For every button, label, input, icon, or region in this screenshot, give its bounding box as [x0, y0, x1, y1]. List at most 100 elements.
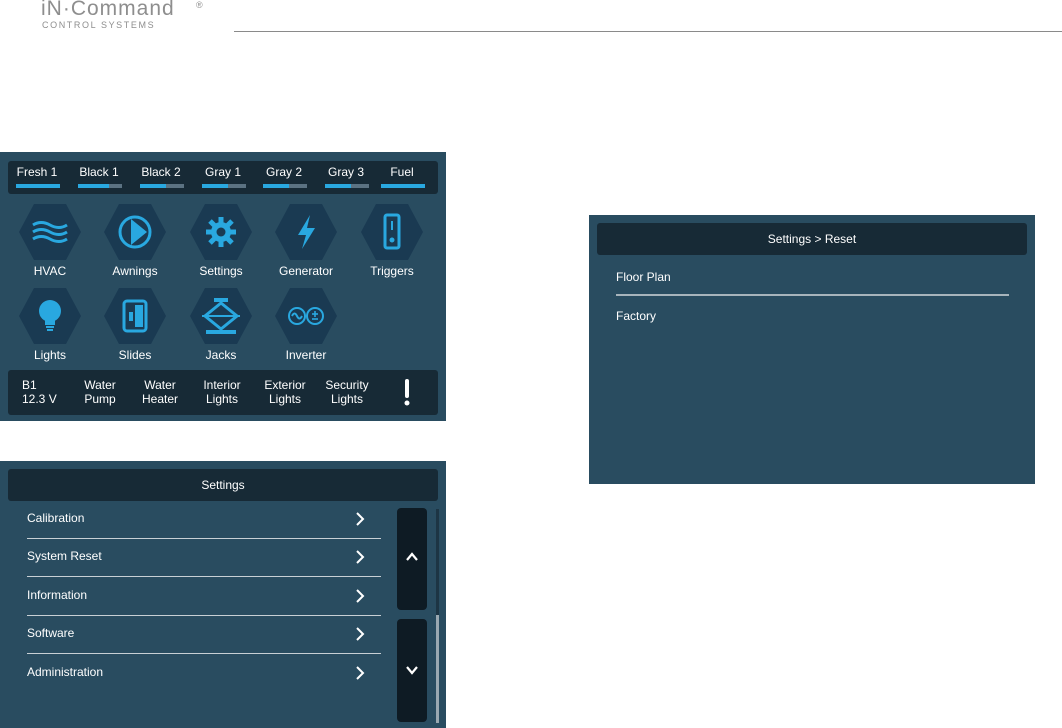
water-heater-toggle[interactable]: Water Heater: [140, 378, 180, 406]
switch-icon: [383, 213, 401, 250]
inverter-button[interactable]: Inverter: [265, 288, 345, 368]
tank-level-track: [78, 184, 122, 188]
tank-black-1[interactable]: Black 1: [70, 161, 128, 194]
registered-mark: ®: [196, 0, 203, 10]
scrollbar-track[interactable]: [436, 509, 439, 723]
row-divider: [27, 653, 381, 654]
chevron-right-icon: [356, 666, 365, 680]
tank-level-track: [263, 184, 307, 188]
tank-fresh-1[interactable]: Fresh 1: [8, 161, 66, 194]
settings-item-system-reset[interactable]: System Reset: [15, 539, 381, 577]
tank-level-track: [140, 184, 184, 188]
settings-screen: Settings Calibration System Reset Inform…: [0, 461, 446, 728]
settings-item-label: Administration: [27, 665, 104, 679]
jacks-button[interactable]: Jacks: [180, 288, 260, 368]
tank-label: Gray 2: [265, 165, 302, 179]
row-divider: [616, 294, 1009, 296]
home-screen: Fresh 1 Black 1 Black 2 Gray 1 Gray 2 Gr…: [0, 152, 446, 421]
chevron-up-icon: [406, 552, 418, 561]
chevron-right-icon: [356, 550, 365, 564]
tile-label: Slides: [118, 348, 152, 362]
lights-button[interactable]: Lights: [9, 288, 89, 368]
reset-item-floor-plan[interactable]: Floor Plan: [616, 258, 1009, 296]
slide-icon: [122, 299, 148, 333]
tile-label: Awnings: [112, 264, 158, 278]
slides-button[interactable]: Slides: [94, 288, 174, 368]
inverter-icon: [288, 307, 324, 325]
brand-logo: iN·Command ® CONTROL SYSTEMS: [41, 0, 211, 34]
settings-item-label: Information: [27, 588, 88, 602]
tank-gray-3[interactable]: Gray 3: [317, 161, 375, 194]
quick-status-bar: B1 12.3 V Water Pump Water Heater Interi…: [8, 370, 438, 415]
tank-level-fill: [381, 184, 425, 188]
tile-label: HVAC: [33, 264, 67, 278]
settings-item-software[interactable]: Software: [15, 616, 381, 654]
settings-item-label: Software: [27, 626, 75, 640]
settings-item-administration[interactable]: Administration: [15, 655, 381, 693]
brand-name: iN·Command: [41, 0, 175, 20]
tank-level-fill: [78, 184, 109, 188]
tank-level-track: [202, 184, 246, 188]
tank-level-fill: [263, 184, 290, 188]
tile-label: Jacks: [205, 348, 237, 362]
tank-fuel[interactable]: Fuel: [373, 161, 431, 194]
row-divider: [27, 576, 381, 577]
chevron-right-icon: [356, 627, 365, 641]
tank-black-2[interactable]: Black 2: [132, 161, 190, 194]
security-lights-toggle[interactable]: Security Lights: [323, 378, 371, 406]
tank-level-fill: [16, 184, 60, 188]
settings-title-bar: Settings: [8, 469, 438, 501]
tank-label: Fuel: [390, 165, 414, 179]
tile-label: Settings: [199, 264, 243, 278]
reset-title-bar: Settings > Reset: [597, 223, 1027, 255]
tank-label: Gray 1: [204, 165, 241, 179]
brand-subtitle: CONTROL SYSTEMS: [42, 20, 156, 30]
exterior-lights-toggle[interactable]: Exterior Lights: [262, 378, 308, 406]
tank-label: Fresh 1: [16, 165, 58, 179]
chevron-down-icon: [406, 666, 418, 675]
lightning-icon: [298, 215, 315, 249]
reset-item-label: Factory: [616, 309, 657, 323]
tank-label: Black 2: [141, 165, 181, 179]
settings-item-label: Calibration: [27, 511, 85, 525]
settings-item-information[interactable]: Information: [15, 578, 381, 616]
tank-level-fill: [325, 184, 352, 188]
tile-label: Generator: [278, 264, 334, 278]
hvac-waves-icon: [32, 221, 68, 243]
reset-item-label: Floor Plan: [616, 270, 671, 284]
tank-level-track: [16, 184, 60, 188]
scroll-up-button[interactable]: [397, 508, 427, 610]
battery-status[interactable]: B1 12.3 V: [22, 378, 57, 406]
hvac-button[interactable]: HVAC: [9, 204, 89, 284]
awnings-button[interactable]: Awnings: [94, 204, 174, 284]
chevron-right-icon: [356, 589, 365, 603]
tile-label: Inverter: [285, 348, 327, 362]
tile-label: Triggers: [370, 264, 414, 278]
tank-levels-bar: Fresh 1 Black 1 Black 2 Gray 1 Gray 2 Gr…: [8, 161, 438, 194]
settings-item-calibration[interactable]: Calibration: [15, 501, 381, 539]
reset-screen: Settings > Reset Floor Plan Factory: [589, 215, 1035, 484]
settings-item-label: System Reset: [27, 549, 102, 563]
tank-level-fill: [202, 184, 229, 188]
gear-icon: [206, 217, 236, 247]
chevron-right-icon: [356, 512, 365, 526]
generator-button[interactable]: Generator: [265, 204, 345, 284]
interior-lights-toggle[interactable]: Interior Lights: [200, 378, 244, 406]
lightbulb-icon: [39, 300, 61, 331]
settings-button[interactable]: Settings: [180, 204, 260, 284]
tank-gray-1[interactable]: Gray 1: [194, 161, 252, 194]
jack-icon: [202, 298, 240, 334]
exclamation-icon[interactable]: [401, 377, 413, 407]
awning-icon: [118, 215, 152, 249]
scrollbar-thumb[interactable]: [436, 615, 439, 723]
tank-level-track: [381, 184, 425, 188]
tank-level-track: [325, 184, 369, 188]
tank-label: Black 1: [79, 165, 119, 179]
tank-gray-2[interactable]: Gray 2: [255, 161, 313, 194]
reset-item-factory[interactable]: Factory: [616, 297, 1009, 335]
scroll-down-button[interactable]: [397, 619, 427, 722]
tile-label: Lights: [33, 348, 67, 362]
triggers-button[interactable]: Triggers: [351, 204, 431, 284]
water-pump-toggle[interactable]: Water Pump: [80, 378, 120, 406]
tank-level-fill: [140, 184, 167, 188]
